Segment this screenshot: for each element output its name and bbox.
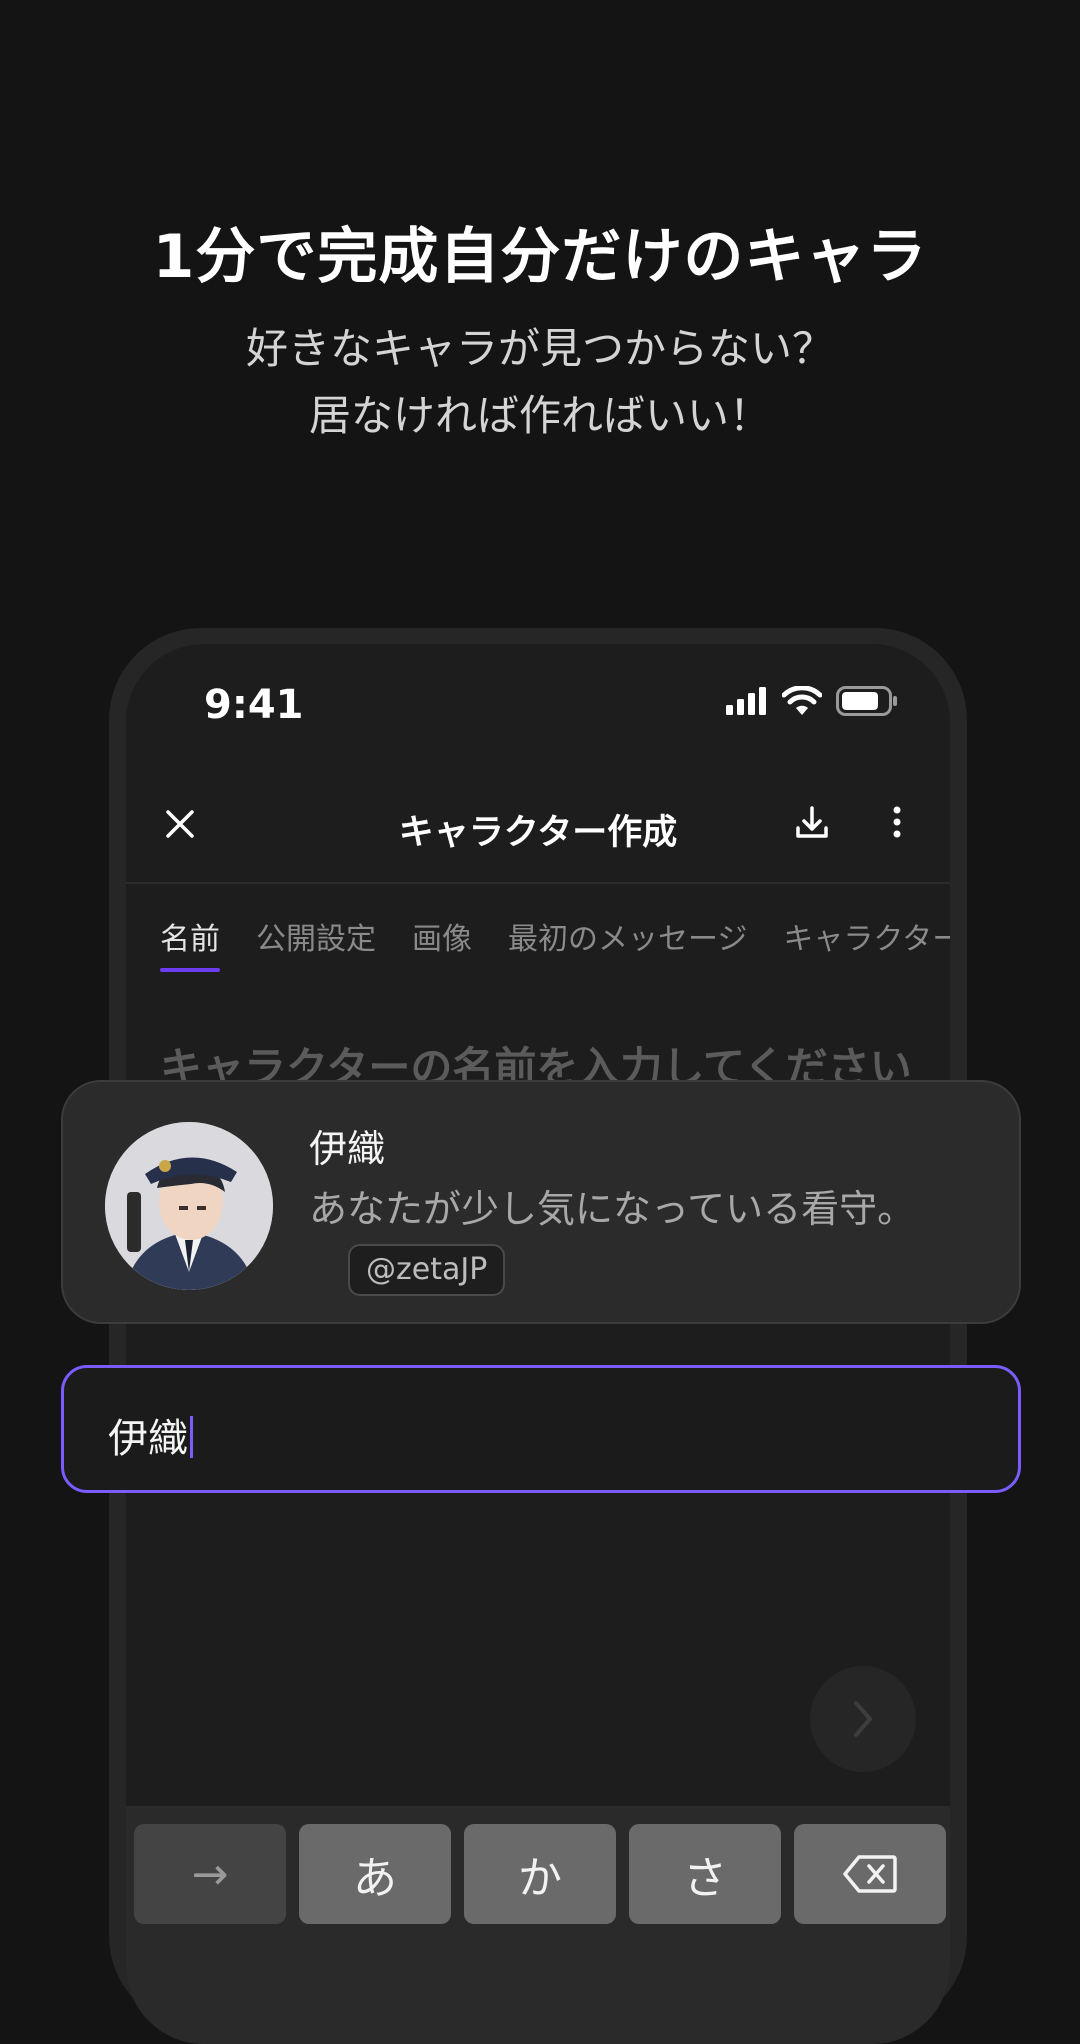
status-icons [726,686,898,716]
tab-bar: 名前 公開設定 画像 最初のメッセージ キャラクター紹 [160,914,950,972]
status-time: 9:41 [204,682,304,728]
promo-headline: 1分で完成自分だけのキャラ [152,222,928,292]
promo-subline-1: 好きなキャラが見つからない？ [245,324,834,373]
wifi-icon [782,686,822,715]
key-ka[interactable]: か [464,1824,616,1924]
battery-icon [836,686,897,716]
download-icon[interactable] [792,802,832,842]
tab-name[interactable]: 名前 [160,914,220,972]
backspace-icon [843,1855,897,1893]
name-input-value: 伊織 [108,1416,188,1462]
text-caret [190,1416,193,1458]
name-input-value-wrap: 伊織 [108,1406,193,1464]
tab-visibility[interactable]: 公開設定 [256,914,376,972]
backspace-key[interactable] [794,1824,946,1924]
creator-handle[interactable]: @zetaJP [348,1244,506,1296]
tab-first-message[interactable]: 最初のメッセージ [508,914,747,972]
key-arrow[interactable]: → [134,1824,286,1924]
more-icon[interactable] [882,802,912,842]
character-avatar [105,1122,273,1290]
chevron-right-icon [854,1701,872,1737]
header-bar: キャラクター作成 [126,774,950,884]
phone-screen: 9:41 キャラクター作成 名前 公開設定 画像 最初のメッセージ キャラクター… [126,644,950,2044]
tab-character-intro[interactable]: キャラクター紹 [783,914,950,972]
next-button[interactable] [810,1666,916,1772]
character-description: あなたが少し気になっている看守。 [309,1187,916,1231]
character-card[interactable]: 伊織 あなたが少し気になっている看守。 @zetaJP [61,1080,1021,1324]
name-input-field[interactable]: 伊織 [61,1365,1021,1493]
key-sa[interactable]: さ [629,1824,781,1924]
avatar-illustration [105,1122,273,1290]
promo-subline-2: 居なければ作ればいい！ [308,391,771,440]
signal-icon [726,687,766,715]
tab-image[interactable]: 画像 [412,914,472,972]
header-divider [126,882,950,884]
keyboard: → あ か さ [126,1806,950,2044]
character-name: 伊織 [309,1127,386,1171]
key-a[interactable]: あ [299,1824,451,1924]
